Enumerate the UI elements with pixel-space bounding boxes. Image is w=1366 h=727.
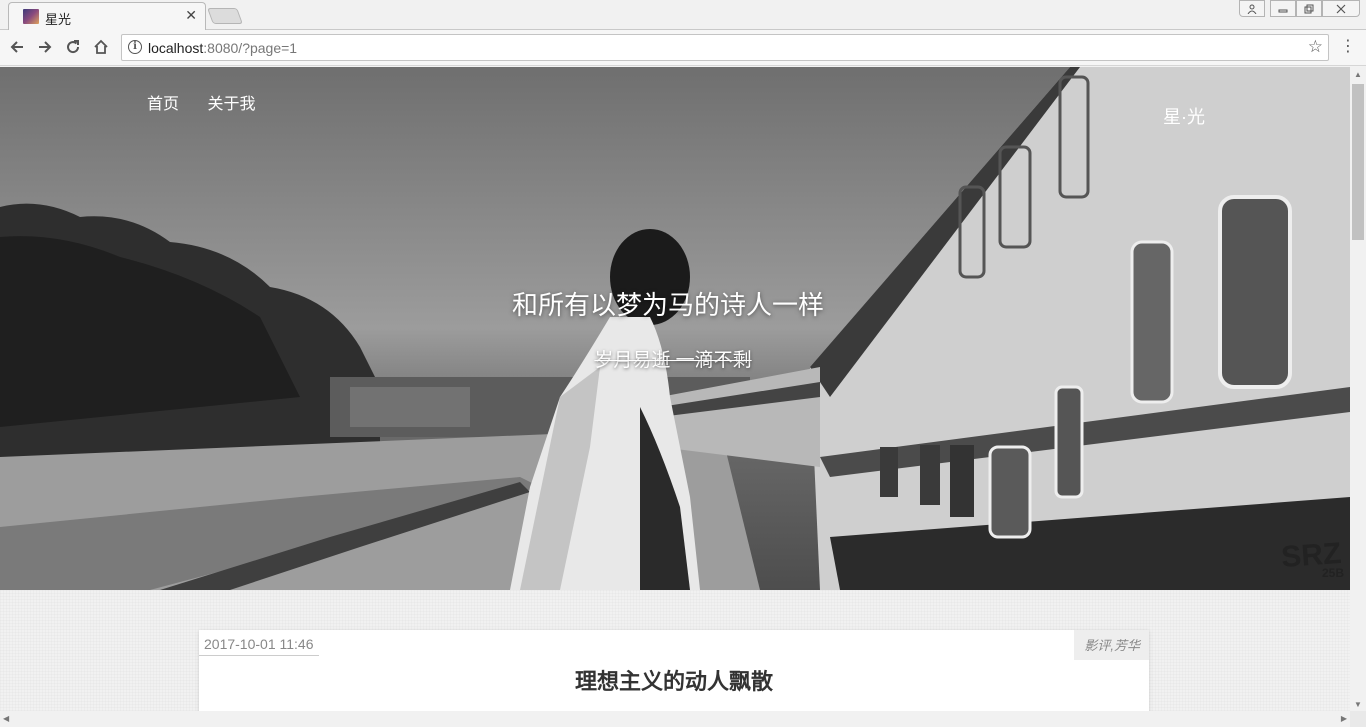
scroll-up-icon[interactable]: ▲ [1354,70,1362,79]
address-bar[interactable]: i localhost:8080/?page=1 ☆ [121,34,1329,61]
svg-text:25B: 25B [1322,566,1344,580]
post-tags[interactable]: 影评,芳华 [1074,630,1149,660]
restore-button[interactable] [1296,0,1322,17]
scroll-right-icon[interactable]: ▶ [1341,714,1347,723]
hero-title: 和所有以梦为马的诗人一样 [511,290,824,320]
hero-photo: SRZ 25B [0,67,1350,590]
nav-link-home[interactable]: 首页 [147,96,179,113]
info-icon[interactable]: i [128,40,142,54]
user-profile-button[interactable] [1239,0,1265,17]
arrow-left-icon [10,41,23,53]
more-vertical-icon[interactable]: ⋮ [1338,36,1358,60]
hero-nav: 首页 关于我 [147,90,279,114]
reload-button[interactable] [61,35,85,59]
home-button[interactable] [89,35,113,59]
browser-toolbar: i localhost:8080/?page=1 ☆ ⋮ [0,30,1366,66]
star-icon[interactable]: ☆ [1308,37,1323,57]
url-host: localhost [148,40,204,56]
tab-title: 星光 [45,12,72,27]
page-viewport: SRZ 25B 首页 关于我 星·光 和所有以梦为马的诗人一样 岁月易逝 一滴不… [0,67,1350,711]
new-tab-button[interactable] [207,8,243,24]
post-title[interactable]: 理想主义的动人飘散 [199,664,1149,696]
minimize-icon [1278,9,1288,12]
site-brand[interactable]: 星·光 [1163,103,1205,129]
hero-banner: SRZ 25B 首页 关于我 星·光 和所有以梦为马的诗人一样 岁月易逝 一滴不… [0,67,1350,590]
reload-icon [67,40,80,54]
home-icon [94,39,108,54]
url-text[interactable]: localhost:8080/?page=1 [148,40,297,56]
hero-subtitle: 岁月易逝 一滴不剩 [594,350,752,371]
favicon-icon [23,9,39,24]
scrollbar-thumb[interactable] [1352,84,1364,240]
nav-link-about[interactable]: 关于我 [207,96,255,113]
forward-button[interactable] [33,35,57,59]
browser-titlebar: 星光 ✕ [0,0,1366,30]
horizontal-scrollbar[interactable]: ◀ ▶ [0,711,1350,727]
user-icon [1247,4,1257,14]
scrollbar-corner [1350,711,1366,727]
restore-icon [1304,4,1314,13]
browser-tab[interactable]: 星光 ✕ [8,2,206,30]
vertical-scrollbar[interactable]: ▲ ▼ [1350,67,1366,711]
close-icon [1336,4,1346,13]
scroll-left-icon[interactable]: ◀ [3,714,9,723]
close-tab-icon[interactable]: ✕ [185,7,197,24]
arrow-right-icon [39,41,52,53]
post-card[interactable]: 2017-10-01 11:46 影评,芳华 理想主义的动人飘散 [199,630,1149,711]
scroll-down-icon[interactable]: ▼ [1354,700,1362,709]
url-rest: :8080/?page=1 [203,40,298,56]
back-button[interactable] [5,35,29,59]
window-close-button[interactable] [1322,0,1360,17]
post-date: 2017-10-01 11:46 [199,632,319,656]
minimize-button[interactable] [1270,0,1296,17]
